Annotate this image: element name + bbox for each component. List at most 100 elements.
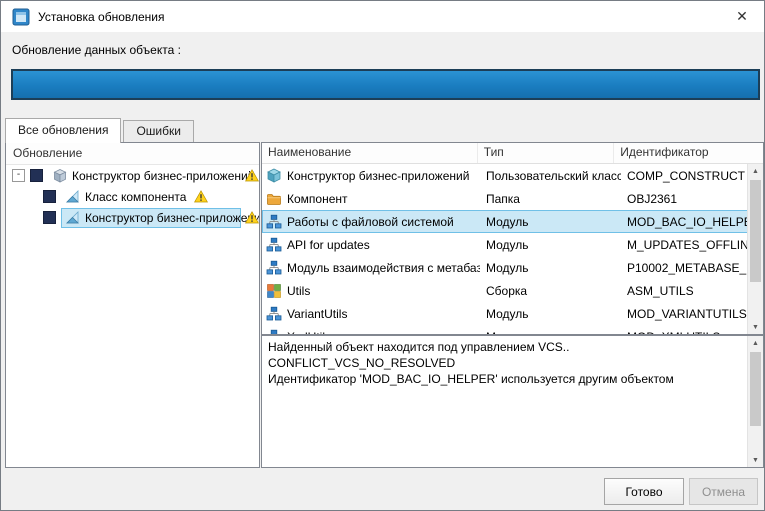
- tree-item-label: Конструктор бизнес-приложений: [85, 211, 259, 225]
- details-line: Идентификатор 'MOD_BAC_IO_HELPER' исполь…: [268, 371, 743, 387]
- details-scrollbar[interactable]: ▲ ▼: [747, 336, 763, 467]
- tree-list: - Конструктор бизнес-приложений Класс комп…: [6, 165, 259, 467]
- tree-item[interactable]: Класс компонента: [6, 186, 259, 207]
- module-icon: [266, 260, 282, 276]
- row-name-text: API for updates: [287, 238, 370, 252]
- warning-icon: [245, 169, 259, 183]
- close-icon[interactable]: ✕: [731, 8, 753, 25]
- column-header-type[interactable]: Тип: [478, 143, 614, 163]
- tree-checkbox[interactable]: [43, 211, 56, 224]
- column-header-name[interactable]: Наименование: [262, 143, 478, 163]
- objects-table-panel: Наименование Тип Идентификатор Конструкт…: [261, 142, 764, 335]
- cell-type: Пользовательский класс: [480, 169, 621, 183]
- row-name-text: Компонент: [287, 192, 348, 206]
- progress-label: Обновление данных объекта :: [12, 43, 181, 57]
- folder-icon: [266, 191, 282, 207]
- scroll-down-icon[interactable]: ▼: [748, 320, 763, 334]
- user-class-icon: [266, 168, 282, 184]
- package-icon: [52, 168, 68, 184]
- table-scrollbar[interactable]: ▲ ▼: [747, 164, 763, 334]
- cell-name: Компонент: [263, 191, 480, 207]
- cell-name: VariantUtils: [263, 306, 480, 322]
- class-icon: [65, 189, 81, 205]
- table-body: Конструктор бизнес-приложений Пользовател…: [262, 164, 748, 334]
- row-name-text: Конструктор бизнес-приложений: [287, 169, 469, 183]
- row-name-text: Utils: [287, 284, 310, 298]
- cell-type: Папка: [480, 192, 621, 206]
- cell-name: Utils: [263, 283, 480, 299]
- tree-item-content: Конструктор бизнес-приложений: [48, 166, 241, 186]
- cell-type: Сборка: [480, 284, 621, 298]
- details-panel: Найденный объект находится под управлени…: [261, 335, 764, 468]
- row-name-text: VariantUtils: [287, 307, 347, 321]
- tree-item-label: Класс компонента: [85, 190, 186, 204]
- cell-name: Модуль взаимодействия с метабазой: [263, 260, 480, 276]
- details-scroll-track[interactable]: [748, 350, 763, 453]
- table-row[interactable]: XmlUtils МодульMOD_XMLUTILS: [262, 325, 748, 334]
- cell-id: MOD_XMLUTILS: [621, 330, 748, 335]
- warning-icon: [194, 190, 208, 204]
- tab-errors[interactable]: Ошибки: [123, 120, 194, 142]
- table-row[interactable]: Utils СборкаASM_UTILS: [262, 279, 748, 302]
- done-button[interactable]: Готово: [604, 478, 684, 505]
- tab-strip: Все обновления Ошибки: [5, 119, 196, 142]
- cell-id: OBJ2361: [621, 192, 748, 206]
- tree-item[interactable]: Конструктор бизнес-приложений: [6, 207, 259, 228]
- cell-type: Модуль: [480, 307, 621, 321]
- cell-type: Модуль: [480, 330, 621, 335]
- titlebar: Установка обновления ✕: [1, 1, 764, 32]
- row-name-text: XmlUtils: [287, 330, 331, 335]
- cell-name: API for updates: [263, 237, 480, 253]
- class-icon: [65, 210, 81, 226]
- table-row[interactable]: Конструктор бизнес-приложений Пользовател…: [262, 164, 748, 187]
- row-name-text: Модуль взаимодействия с метабазой: [287, 261, 480, 275]
- scroll-down-icon[interactable]: ▼: [748, 453, 763, 467]
- details-scroll-thumb[interactable]: [750, 352, 761, 426]
- tree-item-content: Класс компонента: [61, 187, 190, 207]
- tree-item[interactable]: - Конструктор бизнес-приложений: [6, 165, 259, 186]
- progress-fill: [13, 71, 758, 98]
- cell-name: XmlUtils: [263, 329, 480, 335]
- table-row[interactable]: Модуль взаимодействия с метабазойМодульP…: [262, 256, 748, 279]
- updates-tree-panel: Обновление - Конструктор бизнес-приложени…: [5, 142, 260, 468]
- cell-id: COMP_CONSTRUCT: [621, 169, 748, 183]
- tab-all-updates[interactable]: Все обновления: [5, 118, 121, 143]
- cell-id: M_UPDATES_OFFLINE_AP: [621, 238, 748, 252]
- cell-id: ASM_UTILS: [621, 284, 748, 298]
- table-row[interactable]: VariantUtils МодульMOD_VARIANTUTILS: [262, 302, 748, 325]
- table-row[interactable]: Работы с файловой системой МодульMOD_BAC_…: [262, 210, 748, 233]
- cell-id: MOD_VARIANTUTILS: [621, 307, 748, 321]
- assembly-icon: [266, 283, 282, 299]
- module-icon: [266, 214, 282, 230]
- cell-type: Модуль: [480, 215, 621, 229]
- details-text: Найденный объект находится под управлени…: [268, 339, 743, 464]
- warning-icon: [245, 211, 259, 225]
- module-icon: [266, 306, 282, 322]
- cell-id: MOD_BAC_IO_HELPER: [621, 215, 748, 229]
- details-line: Найденный объект находится под управлени…: [268, 339, 743, 355]
- table-scroll-thumb[interactable]: [750, 180, 761, 282]
- app-icon: [12, 8, 30, 26]
- cell-name: Конструктор бизнес-приложений: [263, 168, 480, 184]
- window-title: Установка обновления: [38, 10, 723, 24]
- details-line: CONFLICT_VCS_NO_RESOLVED: [268, 355, 743, 371]
- table-scroll-track[interactable]: [748, 178, 763, 320]
- module-icon: [266, 237, 282, 253]
- progress-bar: [11, 69, 760, 100]
- cell-type: Модуль: [480, 238, 621, 252]
- scroll-up-icon[interactable]: ▲: [748, 164, 763, 178]
- tree-column-header[interactable]: Обновление: [6, 143, 259, 165]
- tree-expander-icon[interactable]: -: [12, 169, 25, 182]
- scroll-up-icon[interactable]: ▲: [748, 336, 763, 350]
- table-header: Наименование Тип Идентификатор: [262, 143, 763, 164]
- tree-checkbox[interactable]: [30, 169, 43, 182]
- cancel-button[interactable]: Отмена: [689, 478, 758, 505]
- table-row[interactable]: API for updates МодульM_UPDATES_OFFLINE_A…: [262, 233, 748, 256]
- cell-id: P10002_METABASE_HELPI: [621, 261, 748, 275]
- table-row[interactable]: Компонент ПапкаOBJ2361: [262, 187, 748, 210]
- column-header-id[interactable]: Идентификатор: [614, 143, 763, 163]
- update-install-dialog: Установка обновления ✕ Обновление данных…: [0, 0, 765, 511]
- row-name-text: Работы с файловой системой: [287, 215, 454, 229]
- tree-checkbox[interactable]: [43, 190, 56, 203]
- cell-name: Работы с файловой системой: [263, 214, 480, 230]
